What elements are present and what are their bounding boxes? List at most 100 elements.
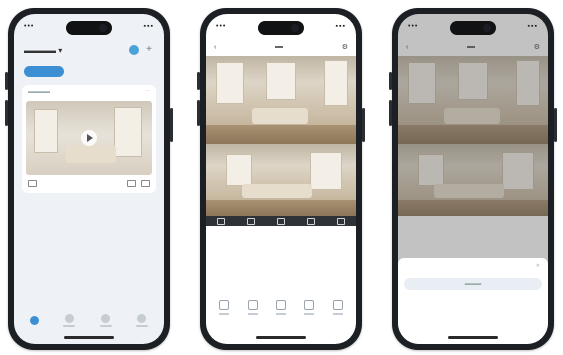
bottom-sheet: ✕ ▬▬▬ <box>398 258 548 344</box>
sheet-close[interactable]: ✕ <box>536 263 540 269</box>
tool-icon <box>219 300 230 310</box>
time-text: ••• <box>216 23 227 30</box>
tool-item[interactable] <box>219 300 230 322</box>
tool-icon <box>332 300 343 310</box>
dynamic-island <box>450 21 496 35</box>
nav-icon <box>137 313 147 323</box>
screen: ••• ▪▪▪ ‹ ⚙ <box>206 14 356 344</box>
window-image <box>216 62 244 104</box>
camera-thumbnail[interactable] <box>26 101 152 175</box>
tool-item[interactable] <box>304 300 315 322</box>
sheet-option[interactable] <box>404 320 542 332</box>
side-button <box>197 72 200 90</box>
sofa-image <box>252 108 308 124</box>
nav-home[interactable] <box>30 315 40 325</box>
device-title <box>275 46 284 48</box>
settings-icon[interactable]: ⚙ <box>342 43 348 51</box>
window-image <box>310 152 342 190</box>
tab-active[interactable] <box>24 66 64 77</box>
tab-bar <box>24 66 160 77</box>
side-button <box>5 100 8 126</box>
tool-label <box>247 313 258 315</box>
tool-icon <box>247 300 258 310</box>
sofa-image <box>242 184 312 198</box>
settings-icon[interactable] <box>141 179 150 187</box>
camera-card[interactable]: ▬▬▬▬ ⋯ <box>22 85 156 193</box>
tool-label <box>332 313 343 315</box>
window-image <box>34 109 58 153</box>
screen: ••• ▪▪▪ ▬▬▬▬ ▾ + ▬▬▬▬ ⋯ <box>14 14 164 344</box>
sheet-input[interactable]: ▬▬▬ <box>404 278 542 290</box>
signal-icon: ▪▪▪ <box>143 23 154 30</box>
play-pause-icon[interactable] <box>217 217 225 225</box>
window-image <box>114 107 142 157</box>
playback-icon[interactable] <box>127 179 136 187</box>
window-image <box>324 60 348 106</box>
phone-frame-1: ••• ▪▪▪ ▬▬▬▬ ▾ + ▬▬▬▬ ⋯ <box>5 8 173 350</box>
power-button <box>554 108 557 142</box>
side-button <box>389 72 392 90</box>
fullscreen-icon[interactable] <box>337 217 345 225</box>
nav-item[interactable] <box>99 313 112 327</box>
screenshot-icon[interactable] <box>307 217 315 225</box>
home-selector[interactable]: ▬▬▬▬ ▾ <box>24 46 62 55</box>
app-header: ▬▬▬▬ ▾ + <box>24 42 154 58</box>
tool-bar <box>210 300 352 322</box>
home-indicator <box>64 336 114 339</box>
nav-item[interactable] <box>63 313 76 327</box>
side-button <box>5 72 8 90</box>
floor-image <box>206 200 356 216</box>
cloud-icon[interactable] <box>28 179 37 187</box>
tool-icon <box>304 300 315 310</box>
signal-icon: ▪▪▪ <box>527 23 538 30</box>
nav-label <box>63 324 76 327</box>
phone-frame-3: ••• ▪▪▪ ‹ ⚙ ✕ ▬▬▬ <box>389 8 557 350</box>
nav-item[interactable] <box>135 313 148 327</box>
tab-item[interactable] <box>70 66 102 77</box>
video-controls <box>206 216 356 226</box>
time-text: ••• <box>24 23 35 30</box>
card-footer <box>28 179 150 187</box>
tab-item[interactable] <box>108 66 140 77</box>
floor-image <box>206 124 356 144</box>
camera-dot <box>99 24 107 32</box>
home-icon <box>30 315 40 325</box>
phone-frame-2: ••• ▪▪▪ ‹ ⚙ <box>197 8 365 350</box>
nav-label <box>99 324 112 327</box>
card-header: ▬▬▬▬ ⋯ <box>28 89 150 95</box>
dynamic-island <box>66 21 112 35</box>
window-image <box>266 62 296 100</box>
screen: ••• ▪▪▪ ‹ ⚙ ✕ ▬▬▬ <box>398 14 548 344</box>
add-icon[interactable]: + <box>144 45 154 55</box>
nav-icon <box>101 313 111 323</box>
mic-icon <box>275 300 286 310</box>
power-button <box>170 108 173 142</box>
sofa-image <box>66 145 116 163</box>
tool-item[interactable] <box>332 300 343 322</box>
live-video-lower[interactable] <box>206 144 356 216</box>
camera-dot <box>291 24 299 32</box>
home-indicator <box>256 336 306 339</box>
play-icon[interactable] <box>81 130 97 146</box>
tool-label <box>219 313 230 315</box>
window-image <box>226 154 252 186</box>
side-button <box>389 100 392 126</box>
tool-item[interactable] <box>247 300 258 322</box>
signal-icon: ▪▪▪ <box>335 23 346 30</box>
tool-item[interactable] <box>275 300 286 322</box>
sound-icon[interactable] <box>247 217 255 225</box>
live-video-upper[interactable] <box>206 56 356 144</box>
back-icon[interactable]: ‹ <box>214 44 216 51</box>
tool-label <box>304 313 315 315</box>
quality-icon[interactable] <box>277 217 285 225</box>
nav-label <box>135 324 148 327</box>
sheet-option[interactable] <box>404 302 542 314</box>
side-button <box>197 100 200 126</box>
live-header: ‹ ⚙ <box>214 42 348 52</box>
camera-dot <box>483 24 491 32</box>
dynamic-island <box>258 21 304 35</box>
power-button <box>362 108 365 142</box>
home-indicator <box>448 336 498 339</box>
tool-label <box>275 313 286 315</box>
message-icon[interactable] <box>129 45 139 55</box>
